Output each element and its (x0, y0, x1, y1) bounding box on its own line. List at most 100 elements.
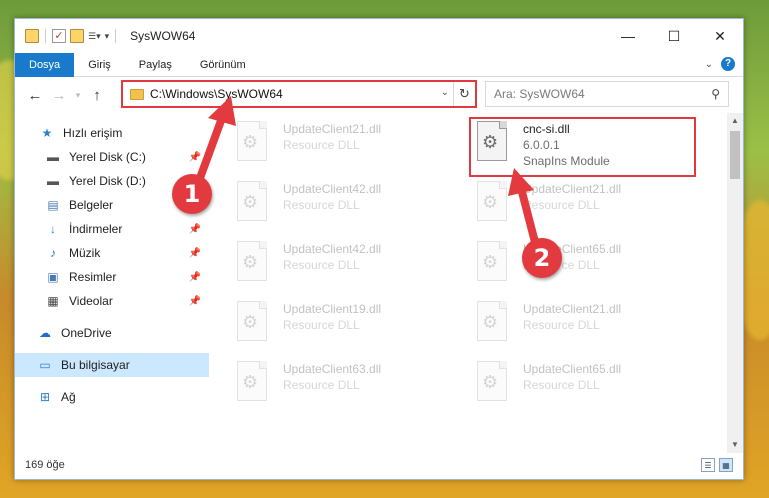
new-folder-icon[interactable] (70, 29, 84, 43)
network-icon: ⊞ (39, 390, 51, 404)
details-view-icon[interactable]: ☰ (701, 458, 715, 472)
video-icon: ▦ (47, 294, 59, 308)
file-tile[interactable]: ⚙ UpdateClient19.dll Resource DLL (233, 301, 463, 357)
customize-icon[interactable]: ☰▾ (88, 31, 101, 42)
sidebar-item-label: Videolar (69, 294, 113, 308)
file-tile[interactable]: ⚙ UpdateClient21.dll Resource DLL (473, 181, 703, 237)
file-type: Resource DLL (523, 318, 600, 332)
file-tile[interactable]: ⚙ UpdateClient21.dll Resource DLL (473, 301, 703, 357)
sidebar-item-onedrive[interactable]: ☁ OneDrive (15, 321, 209, 345)
back-icon[interactable]: ← (23, 87, 47, 104)
close-button[interactable]: ✕ (697, 19, 743, 53)
file-type: Resource DLL (283, 138, 360, 152)
navigation-pane: ★ Hızlı erişim ▬ Yerel Disk (C:) 📌 ▬ Yer… (15, 113, 209, 453)
file-tile[interactable]: ⚙ UpdateClient65.dll Resource DLL (473, 361, 703, 417)
expand-ribbon-icon[interactable]: ⌄ (705, 59, 713, 70)
star-icon: ★ (41, 126, 53, 140)
file-name: UpdateClient63.dll (283, 362, 382, 376)
window-title: SysWOW64 (130, 29, 196, 43)
file-tile[interactable]: ⚙ UpdateClient42.dll Resource DLL (233, 181, 463, 237)
chevron-down-icon[interactable]: ▾ (105, 31, 110, 42)
quick-access-toolbar: ✓ ☰▾ ▾ (15, 29, 118, 43)
file-type: Resource DLL (523, 198, 600, 212)
view-switcher: ☰ ▦ (701, 458, 733, 472)
title-bar: ✓ ☰▾ ▾ SysWOW64 — ☐ ✕ (15, 19, 743, 53)
vertical-scrollbar[interactable]: ▲ ▼ (727, 113, 743, 453)
file-tile[interactable]: ⚙ UpdateClient65.dll Resource DLL (473, 241, 703, 297)
tab-file[interactable]: Dosya (15, 52, 75, 77)
sidebar-item-label: Müzik (69, 246, 101, 260)
tab-home[interactable]: Giriş (74, 53, 125, 77)
download-icon: ↓ (50, 222, 56, 236)
pin-icon[interactable]: 📌 (189, 152, 201, 163)
properties-icon[interactable]: ✓ (52, 29, 66, 43)
file-type: Resource DLL (283, 378, 360, 392)
file-type: Resource DLL (283, 198, 360, 212)
dll-file-icon: ⚙ (473, 301, 509, 345)
file-highlight-box (469, 117, 696, 177)
up-icon[interactable]: ↑ (85, 87, 109, 104)
music-icon: ♪ (50, 246, 56, 260)
sidebar-item-disk-c[interactable]: ▬ Yerel Disk (C:) 📌 (15, 145, 209, 169)
navigation-bar: ← → ▾ ↑ C:\Windows\SysWOW64 ⌄ ↻ Ara: Sys… (15, 77, 743, 113)
dll-file-icon: ⚙ (473, 361, 509, 405)
dll-file-icon: ⚙ (233, 181, 269, 225)
scrollbar-thumb[interactable] (730, 131, 740, 179)
computer-icon: ▭ (39, 358, 51, 372)
file-name: UpdateClient21.dll (523, 302, 622, 316)
sidebar-item-label: Ağ (61, 390, 76, 404)
dll-file-icon: ⚙ (233, 241, 269, 285)
sidebar-item-downloads[interactable]: ↓ İndirmeler 📌 (15, 217, 209, 241)
annotation-badge-2: 2 (522, 238, 562, 278)
window-controls: — ☐ ✕ (605, 19, 743, 53)
folder-icon[interactable] (25, 29, 39, 43)
dll-file-icon: ⚙ (233, 121, 269, 165)
drive-icon: ▬ (47, 150, 59, 164)
item-count: 169 öğe (25, 459, 65, 471)
sidebar-item-quick-access[interactable]: ★ Hızlı erişim (15, 121, 209, 145)
dll-file-icon: ⚙ (233, 361, 269, 405)
sidebar-item-this-pc[interactable]: ▭ Bu bilgisayar (15, 353, 209, 377)
minimize-button[interactable]: — (605, 19, 651, 53)
address-highlight-box (121, 80, 477, 108)
sidebar-item-label: Bu bilgisayar (61, 358, 130, 372)
file-name: UpdateClient21.dll (283, 122, 382, 136)
document-icon: ▤ (47, 198, 59, 212)
pin-icon[interactable]: 📌 (189, 272, 201, 283)
file-name: UpdateClient19.dll (283, 302, 382, 316)
tab-share[interactable]: Paylaş (125, 53, 186, 77)
forward-icon[interactable]: → (47, 87, 71, 104)
tiles-view-icon[interactable]: ▦ (719, 458, 733, 472)
annotation-badge-1: 1 (172, 174, 212, 214)
tab-view[interactable]: Görünüm (186, 53, 260, 77)
drive-icon: ▬ (47, 174, 59, 188)
sidebar-item-music[interactable]: ♪ Müzik 📌 (15, 241, 209, 265)
maximize-button[interactable]: ☐ (651, 19, 697, 53)
scroll-up-icon[interactable]: ▲ (727, 113, 743, 129)
pin-icon[interactable]: 📌 (189, 248, 201, 259)
recent-locations-icon[interactable]: ▾ (71, 90, 85, 101)
divider (45, 29, 46, 43)
search-icon[interactable]: ⚲ (711, 87, 720, 101)
file-type: Resource DLL (283, 258, 360, 272)
file-tile[interactable]: ⚙ UpdateClient42.dll Resource DLL (233, 241, 463, 297)
status-bar: 169 öğe ☰ ▦ (15, 451, 743, 479)
file-list: ⚙ UpdateClient21.dll Resource DLL ⚙ Updat… (233, 113, 727, 453)
help-icon[interactable]: ? (721, 57, 735, 71)
pin-icon[interactable]: 📌 (189, 224, 201, 235)
sidebar-item-pictures[interactable]: ▣ Resimler 📌 (15, 265, 209, 289)
search-input[interactable]: Ara: SysWOW64 ⚲ (485, 81, 729, 107)
pin-icon[interactable]: 📌 (189, 296, 201, 307)
cloud-icon: ☁ (39, 326, 51, 340)
sidebar-item-network[interactable]: ⊞ Ağ (15, 385, 209, 409)
file-name: UpdateClient65.dll (523, 362, 622, 376)
file-explorer-window: ✓ ☰▾ ▾ SysWOW64 — ☐ ✕ Dosya Giriş Paylaş… (14, 18, 744, 480)
file-tile[interactable]: ⚙ UpdateClient63.dll Resource DLL (233, 361, 463, 417)
file-name: UpdateClient21.dll (523, 182, 622, 196)
file-tile[interactable]: ⚙ UpdateClient21.dll Resource DLL (233, 121, 463, 177)
file-name: UpdateClient42.dll (283, 242, 382, 256)
file-type: Resource DLL (523, 378, 600, 392)
file-name: UpdateClient42.dll (283, 182, 382, 196)
sidebar-item-label: OneDrive (61, 326, 112, 340)
sidebar-item-videos[interactable]: ▦ Videolar 📌 (15, 289, 209, 313)
